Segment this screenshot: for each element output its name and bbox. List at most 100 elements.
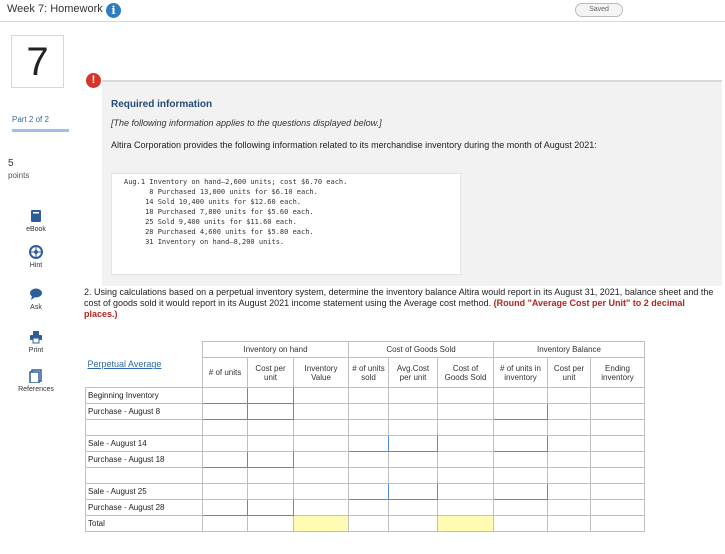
cell: [547, 451, 591, 468]
beginning-cost-input[interactable]: [247, 387, 294, 404]
question-text: 2. Using calculations based on a perpetu…: [84, 287, 714, 320]
cell: [293, 435, 349, 452]
cell: [590, 403, 645, 420]
cell: [388, 499, 438, 516]
perpetual-average-link[interactable]: Perpetual Average: [88, 359, 162, 369]
row-label-sale-aug25: Sale - August 25: [85, 483, 203, 500]
cell: [247, 419, 294, 436]
inventory-line: Aug.1 Inventory on hand–2,600 units; cos…: [124, 178, 348, 186]
cell: [247, 483, 294, 500]
cell: [547, 419, 591, 436]
cell: [348, 403, 389, 420]
cell: [590, 499, 645, 516]
required-information-title: Required information: [111, 99, 213, 110]
row-label-purchase-aug18: Purchase - August 18: [85, 451, 203, 468]
inventory-line: 25 Sold 9,400 units for $11.60 each.: [124, 218, 297, 226]
main-content: ! Required information [The following in…: [80, 23, 725, 554]
ask-button[interactable]: Ask: [0, 287, 72, 311]
saved-badge: Saved: [575, 3, 623, 17]
points-label: points: [8, 171, 30, 180]
cell: [437, 403, 494, 420]
inventory-line: 14 Sold 10,400 units for $12.60 each.: [124, 198, 302, 206]
cell: [547, 515, 591, 532]
sale14-avg-cost-input[interactable]: [388, 435, 438, 452]
table-row: Beginning Inventory: [85, 387, 645, 404]
points-value: 5: [8, 158, 14, 169]
table-row: [85, 419, 645, 436]
cell: [293, 419, 349, 436]
references-button[interactable]: References: [0, 369, 72, 393]
hint-icon: [29, 245, 43, 259]
col-inventory-value: Inventory Value: [293, 357, 349, 388]
ebook-icon: [31, 210, 41, 222]
row-label-beginning: Beginning Inventory: [85, 387, 203, 404]
beginning-units-input[interactable]: [202, 387, 248, 404]
purchase28-cost-input[interactable]: [247, 499, 294, 516]
cell: [388, 467, 438, 484]
col-units-sold: # of units sold: [348, 357, 389, 388]
print-button[interactable]: Print: [0, 330, 72, 354]
table-row: Sale - August 14: [85, 435, 645, 452]
cell: [437, 499, 494, 516]
cell: [293, 499, 349, 516]
inventory-line: 28 Purchased 4,600 units for $5.80 each.: [124, 228, 314, 236]
cell: [348, 387, 389, 404]
cell: [247, 515, 294, 532]
group-inventory-on-hand: Inventory on hand: [202, 341, 349, 358]
table-row: Sale - August 25: [85, 483, 645, 500]
cell: [293, 467, 349, 484]
cell: [547, 403, 591, 420]
question-number: 7: [11, 35, 64, 88]
cell: [590, 515, 645, 532]
cell: [202, 515, 248, 532]
part-indicator: Part 2 of 2: [12, 115, 49, 124]
purchase8-cost-input[interactable]: [247, 403, 294, 420]
info-icon[interactable]: i: [106, 3, 121, 18]
col-ending-inventory: Ending inventory: [590, 357, 645, 388]
purchase18-cost-input[interactable]: [247, 451, 294, 468]
cell: [590, 387, 645, 404]
ask-label: Ask: [30, 304, 42, 311]
ebook-button[interactable]: eBook: [0, 209, 72, 233]
purchase8-units-input[interactable]: [202, 403, 248, 420]
cell: [202, 419, 248, 436]
sale14-balance-units-input[interactable]: [493, 435, 548, 452]
cell: [590, 483, 645, 500]
cell: [493, 451, 548, 468]
total-cogs-cell: [437, 515, 494, 532]
balance-units-input[interactable]: [493, 403, 548, 420]
cell: [388, 451, 438, 468]
assignment-title: Week 7: Homework: [7, 3, 103, 15]
hint-button[interactable]: Hint: [0, 245, 72, 269]
required-information-note: [The following information applies to th…: [111, 118, 382, 128]
cell: [590, 419, 645, 436]
cell: [293, 483, 349, 500]
print-label: Print: [28, 347, 44, 354]
purchase18-units-input[interactable]: [202, 451, 248, 468]
cell: [348, 467, 389, 484]
inventory-line: 18 Purchased 7,800 units for $5.60 each.: [124, 208, 314, 216]
table-row: Purchase - August 8: [85, 403, 645, 420]
col-avg-cost: Avg.Cost per unit: [388, 357, 438, 388]
sale14-units-sold-input[interactable]: [348, 435, 389, 452]
cell: [388, 419, 438, 436]
row-label-purchase-aug8: Purchase - August 8: [85, 403, 203, 420]
sale25-balance-units-input[interactable]: [493, 483, 548, 500]
part-progress-bar: [12, 129, 69, 132]
table-row: Purchase - August 28: [85, 499, 645, 516]
left-sidebar: 7 Part 2 of 2 5 points eBook Hint Ask Pr…: [0, 23, 72, 554]
cell: [493, 419, 548, 436]
cell: [493, 467, 548, 484]
inventory-line: 8 Purchased 13,000 units for $6.10 each.: [124, 188, 318, 196]
cell: [293, 387, 349, 404]
cell: [547, 483, 591, 500]
sale25-avg-cost-input[interactable]: [388, 483, 438, 500]
cell: [547, 387, 591, 404]
sale25-units-sold-input[interactable]: [348, 483, 389, 500]
group-inventory-balance: Inventory Balance: [493, 341, 645, 358]
purchase28-units-input[interactable]: [202, 499, 248, 516]
total-inventory-value-cell: [293, 515, 349, 532]
inventory-line: 31 Inventory on hand–8,200 units.: [124, 238, 285, 246]
row-label-sale-aug14: Sale - August 14: [85, 435, 203, 452]
perpetual-average-table: Perpetual Average Inventory on hand Cost…: [85, 341, 645, 532]
